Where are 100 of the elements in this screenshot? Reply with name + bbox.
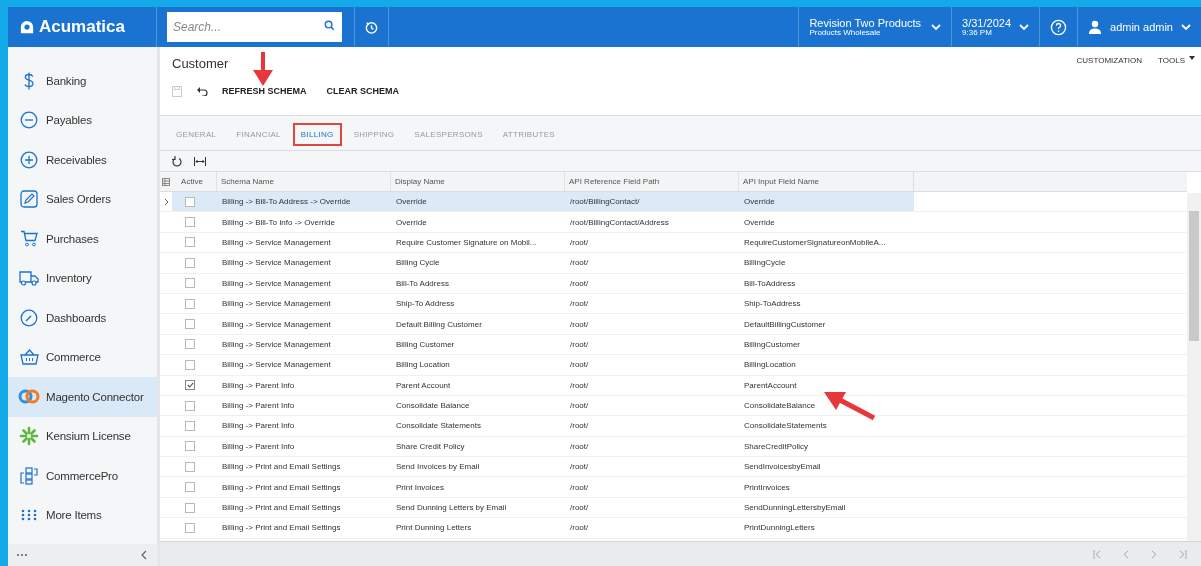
- last-page-icon[interactable]: [1179, 549, 1187, 559]
- active-checkbox[interactable]: [185, 217, 195, 228]
- search-field[interactable]: Search...: [167, 12, 342, 42]
- table-cell: Consolidate Statements: [396, 421, 481, 431]
- help-icon[interactable]: [1050, 18, 1067, 36]
- fit-columns-icon[interactable]: [194, 156, 206, 166]
- table-cell: /root/: [570, 237, 589, 247]
- table-cell: Billing -> Bill-To Info -> Override: [222, 217, 335, 227]
- table-cell: /root/: [570, 401, 589, 411]
- next-page-icon[interactable]: [1151, 549, 1157, 559]
- table-row[interactable]: Billing -> Service Management Billing Cycle /root/ BillingCycle: [160, 253, 1187, 274]
- active-checkbox[interactable]: [185, 380, 195, 391]
- active-checkbox[interactable]: [185, 339, 195, 350]
- table-row[interactable]: Billing -> Print and Email Settings Send Dunning Letters by Email /root/ SendDunningLettersbyEmail: [160, 497, 1187, 519]
- sidebar-item[interactable]: Payables: [8, 100, 157, 140]
- table-cell: Billing -> Service Management: [222, 237, 331, 247]
- user-menu[interactable]: admin admin: [1077, 7, 1201, 47]
- first-page-icon[interactable]: [1093, 549, 1101, 559]
- table-cell: /root/: [570, 482, 589, 492]
- table-row[interactable]: Billing -> Service Management Billing Customer /root/ BillingCustomer: [160, 334, 1187, 356]
- active-checkbox[interactable]: [185, 400, 195, 411]
- active-checkbox[interactable]: [185, 421, 195, 431]
- column-header[interactable]: Display Name: [390, 172, 564, 191]
- table-cell: PrintDunningLetters: [744, 523, 815, 533]
- table-cell: RequireCustomerSignatureonMobileA...: [744, 237, 886, 247]
- sidebar-item[interactable]: Purchases: [8, 219, 157, 259]
- active-checkbox[interactable]: [185, 461, 195, 472]
- table-row[interactable]: Billing -> Parent Info Share Credit Policy /root/ ShareCreditPolicy: [160, 436, 1187, 458]
- table-cell: BillingCycle: [744, 258, 786, 268]
- active-checkbox[interactable]: [185, 359, 195, 370]
- sidebar-item[interactable]: CommercePro: [8, 456, 157, 496]
- table-row[interactable]: Billing -> Service Management Ship-To Address /root/ Ship-ToAddress: [160, 293, 1187, 315]
- sidebar-item[interactable]: Banking: [8, 61, 157, 101]
- company-selector[interactable]: Revision Two Products Products Wholesale: [798, 7, 952, 47]
- column-header[interactable]: API Reference Field Path: [564, 172, 738, 191]
- sidebar-item[interactable]: Dashboards: [8, 298, 157, 338]
- table-cell: /root/BillingContact/: [570, 197, 640, 207]
- active-checkbox[interactable]: [185, 257, 195, 268]
- column-header[interactable]: API Input Field Name: [738, 172, 914, 191]
- table-row[interactable]: Billing -> Print and Email Settings Print Dunning Letters /root/ PrintDunningLetters: [160, 518, 1187, 539]
- scrollbar[interactable]: [1187, 193, 1201, 541]
- tab[interactable]: BILLING: [292, 123, 342, 146]
- sidebar-item[interactable]: Sales Orders: [8, 179, 157, 219]
- table-row[interactable]: Billing -> Print and Email Settings Print Invoices /root/ PrintInvoices: [160, 477, 1187, 498]
- app-logo[interactable]: Acumatica: [39, 17, 125, 37]
- table-cell: Send Invoices by Email: [396, 462, 480, 472]
- table-cell: DefaultBillingCustomer: [744, 319, 826, 329]
- table-cell: /root/: [570, 360, 589, 370]
- active-checkbox[interactable]: [185, 319, 195, 330]
- date-selector[interactable]: 3/31/2024 9:36 PM: [951, 7, 1039, 47]
- column-header[interactable]: Schema Name: [216, 172, 390, 191]
- customization-link[interactable]: CUSTOMIZATION: [1076, 56, 1142, 73]
- table-row[interactable]: Billing -> Parent Info Consolidate Statements /root/ ConsolidateStatements: [160, 416, 1187, 437]
- table-row[interactable]: Billing -> Bill-To Info -> Override Override /root/BillingContact/Address Override: [160, 212, 1187, 233]
- active-checkbox[interactable]: [185, 522, 195, 533]
- column-settings-icon[interactable]: [162, 177, 170, 186]
- active-checkbox[interactable]: [185, 298, 195, 309]
- active-checkbox[interactable]: [185, 441, 195, 452]
- sidebar-item[interactable]: More Items: [8, 495, 157, 535]
- logo-icon: [20, 20, 34, 34]
- table-cell: Override: [396, 217, 427, 227]
- toolbar-button[interactable]: REFRESH SCHEMA: [222, 84, 307, 98]
- table-row[interactable]: Billing -> Bill-To Address -> Override Override /root/BillingContact/ Override: [160, 192, 1187, 213]
- table-cell: Billing Customer: [396, 339, 455, 349]
- table-cell: Billing -> Parent Info: [222, 380, 295, 390]
- minus-circle-icon: [20, 111, 38, 130]
- toolbar-button[interactable]: CLEAR SCHEMA: [326, 84, 400, 98]
- table-row[interactable]: Billing -> Service Management Default Billing Customer /root/ DefaultBillingCustomer: [160, 314, 1187, 335]
- sidebar-item[interactable]: Magento Connector: [8, 377, 157, 417]
- more-icon[interactable]: [16, 553, 28, 557]
- table-cell: Ship-To Address: [396, 299, 455, 309]
- table-row[interactable]: Billing -> Print and Email Settings Send Invoices by Email /root/ SendInvoicesbyEmail: [160, 457, 1187, 478]
- refresh-icon[interactable]: [172, 155, 182, 167]
- sidebar-item[interactable]: Commerce: [8, 337, 157, 377]
- table-row[interactable]: Billing -> Service Management Require Customer Signature on Mobil... /root/ RequireCustomerSignatureonMobileA...: [160, 232, 1187, 254]
- table-cell: Parent Account: [396, 380, 451, 390]
- table-cell: Print Dunning Letters: [396, 523, 472, 533]
- active-checkbox[interactable]: [185, 278, 195, 289]
- undo-icon[interactable]: [196, 86, 208, 96]
- active-checkbox[interactable]: [185, 237, 195, 248]
- table-row[interactable]: Billing -> Service Management Bill-To Address /root/ Bill-ToAddress: [160, 273, 1187, 294]
- table-row[interactable]: Billing -> Parent Info Parent Account /root/ ParentAccount: [160, 375, 1187, 396]
- history-icon[interactable]: [364, 19, 379, 35]
- sidebar-item[interactable]: Inventory: [8, 258, 157, 298]
- previous-page-icon[interactable]: [1123, 549, 1129, 559]
- sidebar-item[interactable]: Receivables: [8, 140, 157, 180]
- collapse-icon[interactable]: [141, 550, 147, 560]
- row-pointer-icon: [163, 197, 169, 206]
- active-checkbox[interactable]: [185, 196, 195, 207]
- search-icon[interactable]: [324, 20, 335, 31]
- linked-rings-icon: [18, 389, 40, 405]
- table-cell: Billing -> Parent Info: [222, 441, 295, 451]
- active-checkbox[interactable]: [185, 502, 195, 513]
- sidebar-item[interactable]: Kensium License: [8, 416, 157, 456]
- active-checkbox[interactable]: [185, 482, 195, 493]
- table-cell: PrintInvoices: [744, 482, 790, 492]
- table-row[interactable]: Billing -> Service Management Billing Location /root/ BillingLocation: [160, 355, 1187, 376]
- tools-menu[interactable]: TOOLS: [1158, 56, 1195, 73]
- save-icon[interactable]: [172, 85, 182, 97]
- column-header[interactable]: Active: [172, 172, 216, 191]
